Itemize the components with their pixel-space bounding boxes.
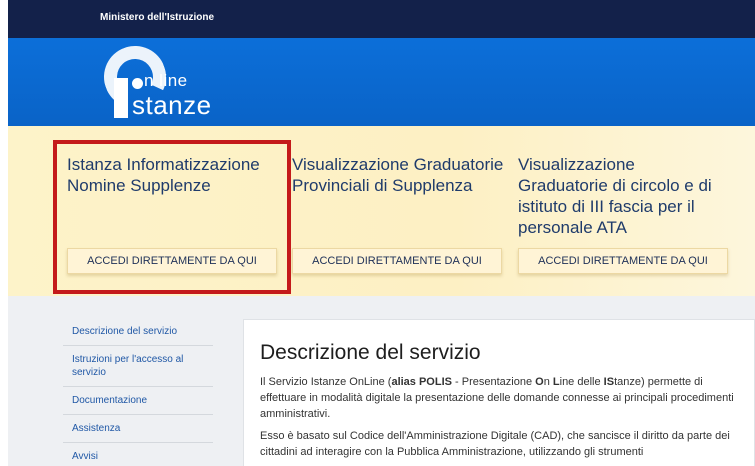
content-panel: Descrizione del servizio Il Servizio Ist… xyxy=(243,319,755,466)
page-frame: Ministero dell'Istruzione n line stanze … xyxy=(8,0,755,466)
p1-text: n xyxy=(543,376,553,388)
p1-bold-l: L xyxy=(552,376,560,388)
card-title: Visualizzazione Graduatorie di circolo e… xyxy=(518,155,712,237)
p1-text: Il Servizio Istanze OnLine ( xyxy=(260,376,392,388)
content-paragraph-2: Esso è basato sul Codice dell'Amministra… xyxy=(260,430,730,458)
sidenav-documentazione[interactable]: Documentazione xyxy=(63,387,213,415)
logo-i-bar xyxy=(114,78,128,118)
content-title: Descrizione del servizio xyxy=(260,341,481,364)
p1-text: - Presentazione xyxy=(451,376,536,388)
p1-bold-alias: alias POLIS xyxy=(391,376,452,388)
logo-stanze-text: stanze xyxy=(132,90,212,120)
sidenav-assistenza[interactable]: Assistenza xyxy=(63,415,213,443)
top-bar: Ministero dell'Istruzione xyxy=(8,0,755,38)
p1-bold-is: IS xyxy=(603,376,615,388)
side-navigation: Descrizione del servizio Istruzioni per … xyxy=(63,318,213,466)
card-title: Visualizzazione Graduatorie Provinciali … xyxy=(292,155,504,195)
logo-online-text: n line xyxy=(144,71,188,90)
p1-text: ine delle xyxy=(559,376,604,388)
istanze-online-logo[interactable]: n line stanze xyxy=(95,37,244,120)
p1-bold-o: O xyxy=(535,376,544,388)
accedi-gps-button[interactable]: ACCEDI DIRETTAMENTE DA QUI xyxy=(292,248,502,274)
logo-o-dot xyxy=(132,78,143,89)
red-highlight-box xyxy=(53,140,291,294)
ministry-label[interactable]: Ministero dell'Istruzione xyxy=(100,12,214,23)
sidenav-istruzioni[interactable]: Istruzioni per l'accesso al servizio xyxy=(63,346,213,387)
card-graduatorie-ata: Visualizzazione Graduatorie di circolo e… xyxy=(518,154,732,274)
accedi-ata-button[interactable]: ACCEDI DIRETTAMENTE DA QUI xyxy=(518,248,728,274)
sidenav-descrizione[interactable]: Descrizione del servizio xyxy=(63,318,213,346)
content-paragraph-1: Il Servizio Istanze OnLine (alias POLIS … xyxy=(260,374,736,422)
sidenav-avvisi[interactable]: Avvisi xyxy=(63,443,213,466)
card-graduatorie-provinciali: Visualizzazione Graduatorie Provinciali … xyxy=(292,154,506,274)
